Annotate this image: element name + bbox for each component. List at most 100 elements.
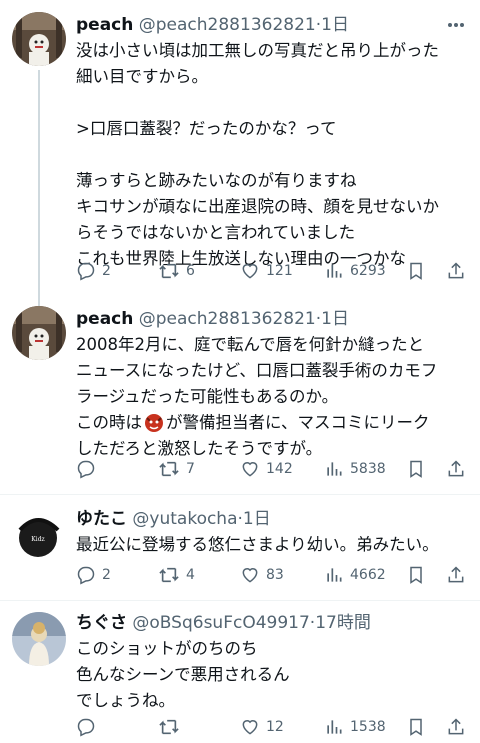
- retweet-icon: [159, 263, 179, 279]
- avatar[interactable]: [12, 306, 66, 360]
- text-line: この時は が警備担当者に、マスコミにリーク: [76, 410, 470, 436]
- text-segment: この時は: [76, 413, 142, 432]
- views-button[interactable]: 1538: [324, 714, 386, 740]
- tweet-1[interactable]: peach @peach2881362821·1日 没は小さい頃は加工無しの写真…: [0, 12, 480, 292]
- retweet-button[interactable]: 4: [158, 562, 195, 588]
- text-line: このショットがのちのち: [76, 639, 258, 658]
- timestamp[interactable]: 1日: [321, 309, 349, 329]
- like-button[interactable]: 12: [240, 714, 284, 740]
- text-line: 薄っすらと跡みたいなのが有りますね: [76, 171, 357, 190]
- tweet-2[interactable]: peach @peach2881362821·1日 2008年2月に、庭で転んで…: [0, 306, 480, 486]
- views-icon: [327, 264, 342, 278]
- user-handle[interactable]: @yutakocha: [132, 509, 237, 529]
- views-button[interactable]: 4662: [324, 562, 386, 588]
- user-handle[interactable]: @oBSq6suFcO49917: [132, 613, 309, 633]
- reply-icon: [77, 262, 95, 281]
- tweet-4[interactable]: ちぐさ @oBSq6suFcO49917·17時間 このショットがのちのち 色ん…: [0, 610, 480, 743]
- share-button[interactable]: [446, 258, 466, 284]
- retweet-count: 4: [186, 567, 195, 583]
- share-button[interactable]: [446, 456, 466, 482]
- tweet-header: peach @peach2881362821·1日: [76, 12, 349, 38]
- text-line: キコサンが頑なに出産退院の時、顔を見せないか: [76, 197, 439, 216]
- like-count: 12: [266, 719, 284, 735]
- like-count: 83: [266, 567, 284, 583]
- like-button[interactable]: 83: [240, 562, 284, 588]
- views-count: 4662: [350, 567, 386, 583]
- bookmark-icon: [410, 262, 422, 280]
- views-button[interactable]: 5838: [324, 456, 386, 482]
- display-name[interactable]: ちぐさ: [76, 613, 127, 633]
- reply-icon: [77, 566, 95, 585]
- text-line: でしょうね。: [76, 691, 175, 710]
- display-name[interactable]: peach: [76, 309, 133, 329]
- views-button[interactable]: 6293: [324, 258, 386, 284]
- bookmark-icon: [410, 566, 422, 584]
- display-name[interactable]: peach: [76, 15, 133, 35]
- timestamp[interactable]: 17時間: [315, 613, 371, 633]
- action-bar: 2 4 83 4662: [0, 562, 480, 588]
- user-handle[interactable]: @peach2881362821: [139, 15, 316, 35]
- tweet-text: このショットがのちのち 色んなシーンで悪用されるん でしょうね。: [76, 636, 470, 714]
- bookmark-icon: [410, 460, 422, 478]
- share-icon: [448, 718, 464, 735]
- like-button[interactable]: 121: [240, 258, 293, 284]
- text-line: 色んなシーンで悪用されるん: [76, 665, 290, 684]
- bookmark-button[interactable]: [406, 258, 426, 284]
- retweet-icon: [159, 719, 179, 735]
- share-button[interactable]: [446, 562, 466, 588]
- display-name[interactable]: ゆたこ: [76, 509, 127, 529]
- text-line: 細い目ですから。: [76, 67, 208, 86]
- bookmark-icon: [410, 718, 422, 736]
- text-line: ラージュだった可能性もあるのか。: [76, 387, 339, 406]
- retweet-count: 6: [186, 263, 195, 279]
- bookmark-button[interactable]: [406, 714, 426, 740]
- text-line: 最近公に登場する悠仁さまより幼い。弟みたい。: [76, 535, 439, 554]
- reply-icon: [77, 718, 95, 737]
- timestamp[interactable]: 1日: [243, 509, 271, 529]
- retweet-button[interactable]: 7: [158, 456, 195, 482]
- svg-text:Kidz: Kidz: [31, 536, 44, 543]
- reply-button[interactable]: [76, 456, 102, 482]
- views-count: 6293: [350, 263, 386, 279]
- reply-count: 2: [102, 263, 111, 279]
- demon-face-emoji-icon: [144, 413, 164, 433]
- retweet-icon: [159, 461, 179, 477]
- avatar[interactable]: [12, 12, 66, 66]
- retweet-button[interactable]: [158, 714, 186, 740]
- reply-button[interactable]: [76, 714, 102, 740]
- action-bar: 7 142 5838: [0, 456, 480, 482]
- bookmark-button[interactable]: [406, 456, 426, 482]
- text-line: >口唇口蓋裂？だったのかな？って: [76, 119, 337, 138]
- views-icon: [327, 568, 342, 582]
- share-button[interactable]: [446, 714, 466, 740]
- like-count: 121: [266, 263, 293, 279]
- heart-icon: [242, 264, 258, 279]
- divider: [0, 600, 480, 601]
- like-button[interactable]: 142: [240, 456, 293, 482]
- more-options-icon[interactable]: [442, 12, 470, 38]
- reply-button[interactable]: 2: [76, 258, 111, 284]
- heart-icon: [242, 462, 258, 477]
- action-bar: 2 6 121 6293: [0, 258, 480, 284]
- reply-count: 2: [102, 567, 111, 583]
- action-bar: 12 1538: [0, 714, 480, 740]
- retweet-count: 7: [186, 461, 195, 477]
- text-segment: が警備担当者に、マスコミにリーク: [166, 413, 430, 432]
- tweet-text: 没は小さい頃は加工無しの写真だと吊り上がった 細い目ですから。 >口唇口蓋裂？だ…: [76, 38, 470, 272]
- retweet-icon: [159, 567, 179, 583]
- heart-icon: [242, 720, 258, 735]
- retweet-button[interactable]: 6: [158, 258, 195, 284]
- text-line: らそうではないかと言われていました: [76, 223, 356, 242]
- timestamp[interactable]: 1日: [321, 15, 349, 35]
- reply-button[interactable]: 2: [76, 562, 111, 588]
- bookmark-button[interactable]: [406, 562, 426, 588]
- reply-icon: [77, 460, 95, 479]
- user-handle[interactable]: @peach2881362821: [139, 309, 316, 329]
- divider: [0, 494, 480, 495]
- views-icon: [327, 462, 342, 476]
- heart-icon: [242, 568, 258, 583]
- tweet-3[interactable]: Kidz ゆたこ @yutakocha·1日 最近公に登場する悠仁さまより幼い。…: [0, 506, 480, 590]
- tweet-header: ゆたこ @yutakocha·1日: [76, 506, 271, 532]
- avatar[interactable]: Kidz: [12, 508, 66, 562]
- avatar[interactable]: [12, 612, 66, 666]
